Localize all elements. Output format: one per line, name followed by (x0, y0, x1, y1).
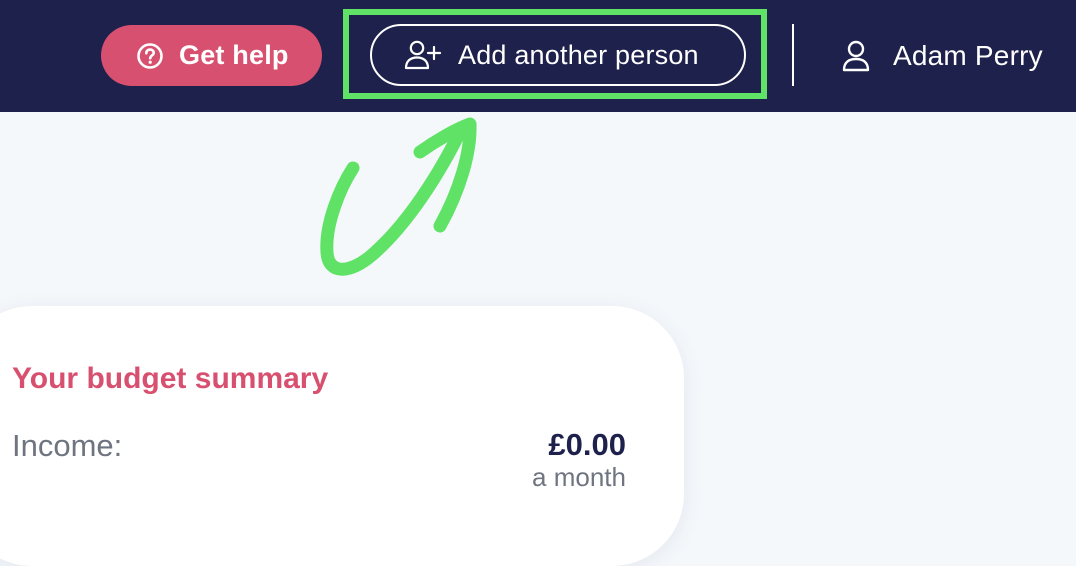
income-label: Income: (12, 428, 123, 463)
budget-summary-title: Your budget summary (12, 362, 329, 395)
user-account-menu[interactable]: Adam Perry (840, 30, 1043, 82)
income-value: £0.00 (548, 427, 626, 462)
hand-drawn-arrow-icon (320, 117, 477, 276)
question-circle-icon (137, 42, 163, 69)
user-name: Adam Perry (893, 40, 1043, 71)
get-help-label: Get help (179, 40, 289, 70)
get-help-button[interactable]: Get help (101, 25, 322, 86)
user-icon (842, 40, 870, 72)
highlight-annotation-box (343, 9, 767, 99)
income-period: a month (532, 462, 626, 492)
header-divider (792, 24, 794, 86)
